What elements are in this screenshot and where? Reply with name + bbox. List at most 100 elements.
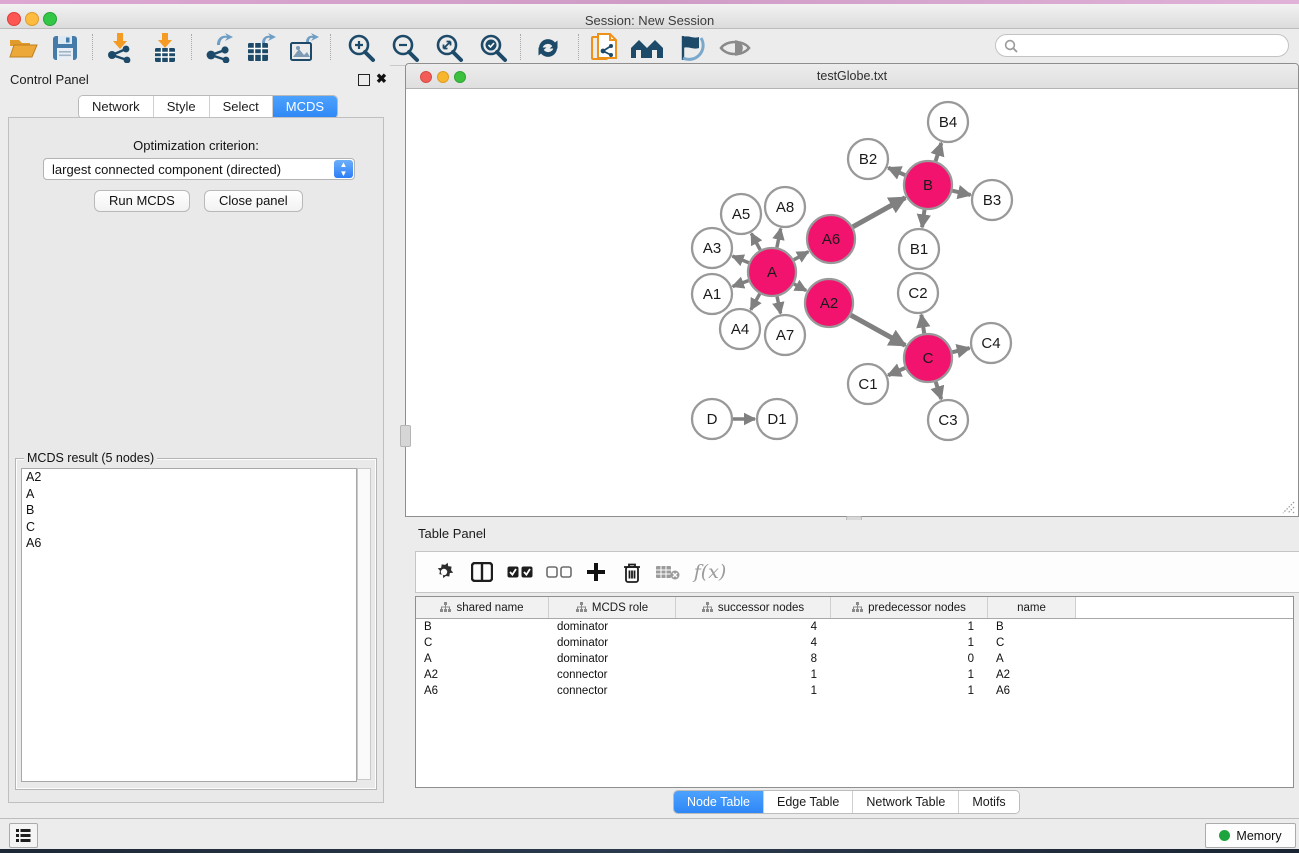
tab-mcds[interactable]: MCDS <box>273 96 337 118</box>
cell-successor-nodes[interactable]: 4 <box>676 635 831 651</box>
cell-shared-name[interactable]: B <box>416 619 549 635</box>
cell-predecessor-nodes[interactable]: 1 <box>831 667 988 683</box>
edge-A2-C[interactable] <box>851 315 905 345</box>
apply-layout-icon[interactable] <box>529 32 567 64</box>
column-header-shared-name[interactable]: shared name <box>416 597 549 618</box>
cell-shared-name[interactable]: A2 <box>416 667 549 683</box>
show-all-icon[interactable] <box>628 32 666 64</box>
add-row-icon[interactable] <box>580 556 612 588</box>
close-panel-icon[interactable]: ✖ <box>376 74 387 84</box>
edge-C-C3[interactable] <box>936 382 942 399</box>
tab-style[interactable]: Style <box>154 96 210 118</box>
export-table-icon[interactable] <box>242 32 280 64</box>
cell-predecessor-nodes[interactable]: 1 <box>831 683 988 699</box>
tab-network[interactable]: Network <box>79 96 154 118</box>
delete-table-icon[interactable] <box>652 556 684 588</box>
table-row[interactable]: A2connector11A2 <box>416 667 1293 683</box>
result-list-scrollbar[interactable] <box>357 468 371 780</box>
cell-shared-name[interactable]: A6 <box>416 683 549 699</box>
new-network-icon[interactable] <box>586 32 624 64</box>
import-table-icon[interactable] <box>146 32 184 64</box>
hide-details-icon[interactable] <box>671 32 709 64</box>
float-panel-icon[interactable] <box>358 74 370 86</box>
cell-shared-name[interactable]: A <box>416 651 549 667</box>
edge-B-B4[interactable] <box>936 143 942 161</box>
edge-A-A5[interactable] <box>751 233 760 250</box>
zoom-out-icon[interactable] <box>386 32 424 64</box>
zoom-fit-icon[interactable] <box>430 32 468 64</box>
edge-C-C1[interactable] <box>888 368 905 375</box>
result-item[interactable]: A2 <box>22 469 356 486</box>
tab-motifs[interactable]: Motifs <box>959 791 1018 813</box>
select-all-icon[interactable] <box>504 556 536 588</box>
export-network-icon[interactable] <box>199 32 237 64</box>
edge-A-A7[interactable] <box>777 296 781 313</box>
close-panel-button[interactable]: Close panel <box>204 190 303 212</box>
result-item[interactable]: A6 <box>22 535 356 552</box>
show-details-icon[interactable] <box>716 32 754 64</box>
column-header-name[interactable]: name <box>988 597 1076 618</box>
function-builder-icon[interactable]: f(x) <box>688 556 732 588</box>
result-item[interactable]: A <box>22 486 356 503</box>
cell-MCDS-role[interactable]: dominator <box>549 651 676 667</box>
cell-name[interactable]: A2 <box>988 667 1076 683</box>
open-session-icon[interactable] <box>4 32 42 64</box>
cell-successor-nodes[interactable]: 1 <box>676 667 831 683</box>
table-row[interactable]: Bdominator41B <box>416 619 1293 635</box>
result-item[interactable]: B <box>22 502 356 519</box>
column-header-predecessor-nodes[interactable]: predecessor nodes <box>831 597 988 618</box>
tab-node-table[interactable]: Node Table <box>674 791 764 813</box>
cell-predecessor-nodes[interactable]: 1 <box>831 635 988 651</box>
network-window-titlebar[interactable]: testGlobe.txt <box>406 64 1298 89</box>
zoom-in-icon[interactable] <box>342 32 380 64</box>
tab-edge-table[interactable]: Edge Table <box>764 791 853 813</box>
column-header-successor-nodes[interactable]: successor nodes <box>676 597 831 618</box>
tab-network-table[interactable]: Network Table <box>853 791 959 813</box>
criterion-select[interactable]: largest connected component (directed) ▲… <box>43 158 355 180</box>
table-settings-icon[interactable] <box>428 556 460 588</box>
edge-B-B3[interactable] <box>952 191 970 195</box>
edge-A-A4[interactable] <box>751 294 760 310</box>
edge-A6-B[interactable] <box>853 198 905 227</box>
table-row[interactable]: Cdominator41C <box>416 635 1293 651</box>
result-item[interactable]: C <box>22 519 356 536</box>
cell-successor-nodes[interactable]: 4 <box>676 619 831 635</box>
table-row[interactable]: Adominator80A <box>416 651 1293 667</box>
column-header-MCDS-role[interactable]: MCDS role <box>549 597 676 618</box>
resize-grip-icon[interactable] <box>1279 498 1295 514</box>
cell-successor-nodes[interactable]: 1 <box>676 683 831 699</box>
search-input[interactable] <box>995 34 1289 57</box>
cell-MCDS-role[interactable]: connector <box>549 683 676 699</box>
cell-name[interactable]: C <box>988 635 1076 651</box>
splitter-grip[interactable] <box>400 425 411 447</box>
edge-A-A1[interactable] <box>733 281 749 287</box>
deselect-all-icon[interactable] <box>543 556 575 588</box>
edge-A-A3[interactable] <box>732 256 748 263</box>
network-canvas[interactable]: B4B2BB3A5A8A6A3B1AA1C2A2A4A7C4CC1C3DD1 <box>406 89 1296 515</box>
cell-shared-name[interactable]: C <box>416 635 549 651</box>
edge-A-A6[interactable] <box>794 252 808 260</box>
task-history-button[interactable] <box>9 823 38 848</box>
run-mcds-button[interactable]: Run MCDS <box>94 190 190 212</box>
cell-predecessor-nodes[interactable]: 1 <box>831 619 988 635</box>
show-columns-icon[interactable] <box>466 556 498 588</box>
cell-MCDS-role[interactable]: connector <box>549 667 676 683</box>
cell-MCDS-role[interactable]: dominator <box>549 619 676 635</box>
zoom-selected-icon[interactable] <box>474 32 512 64</box>
memory-button[interactable]: Memory <box>1205 823 1296 848</box>
cell-predecessor-nodes[interactable]: 0 <box>831 651 988 667</box>
edge-B-B1[interactable] <box>922 210 924 227</box>
delete-row-icon[interactable] <box>616 556 648 588</box>
edge-C-C4[interactable] <box>952 348 969 352</box>
edge-A-A2[interactable] <box>794 284 806 291</box>
edge-B-B2[interactable] <box>888 168 905 175</box>
save-session-icon[interactable] <box>46 32 84 64</box>
cell-name[interactable]: A6 <box>988 683 1076 699</box>
edge-C-C2[interactable] <box>921 315 924 334</box>
tab-select[interactable]: Select <box>210 96 273 118</box>
import-network-icon[interactable] <box>101 32 139 64</box>
table-row[interactable]: A6connector11A6 <box>416 683 1293 699</box>
cell-name[interactable]: B <box>988 619 1076 635</box>
cell-MCDS-role[interactable]: dominator <box>549 635 676 651</box>
cell-name[interactable]: A <box>988 651 1076 667</box>
